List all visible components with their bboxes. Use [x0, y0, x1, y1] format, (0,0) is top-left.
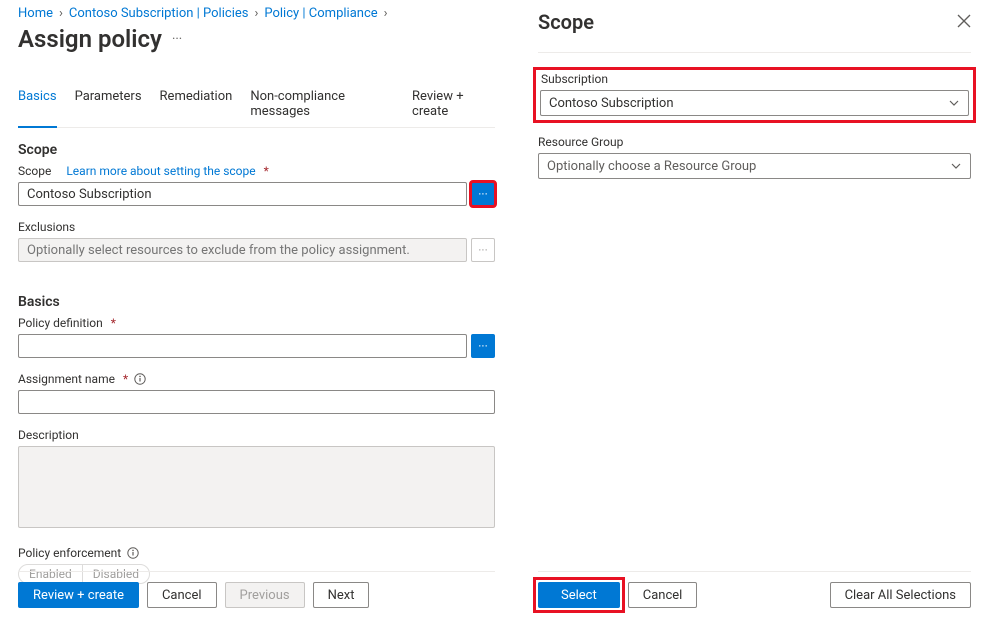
policy-definition-field: Policy definition * ···: [18, 316, 495, 358]
slideout-divider: [538, 52, 971, 53]
assignment-name-label-row: Assignment name *: [18, 372, 495, 386]
resource-group-select[interactable]: Optionally choose a Resource Group: [538, 153, 971, 179]
description-field: Description: [18, 428, 495, 532]
next-button[interactable]: Next: [313, 582, 370, 608]
info-icon[interactable]: [127, 547, 139, 559]
page-title: Assign policy: [18, 25, 162, 53]
slideout-title: Scope: [538, 10, 594, 34]
breadcrumb: Home › Contoso Subscription | Policies ›…: [18, 6, 495, 21]
cancel-button[interactable]: Cancel: [147, 582, 217, 608]
exclusions-label: Exclusions: [18, 220, 495, 234]
select-button[interactable]: Select: [538, 582, 620, 608]
learn-more-scope-link[interactable]: Learn more about setting the scope: [66, 164, 255, 178]
scope-field: Scope Learn more about setting the scope…: [18, 164, 495, 206]
subscription-select[interactable]: Contoso Subscription: [540, 90, 969, 116]
resource-group-label: Resource Group: [538, 135, 971, 149]
description-label: Description: [18, 428, 495, 442]
scope-input[interactable]: [18, 182, 467, 206]
exclusions-picker-button: ···: [471, 238, 495, 262]
close-icon[interactable]: [957, 13, 971, 32]
subscription-label: Subscription: [541, 72, 969, 86]
exclusions-field: Exclusions ···: [18, 220, 495, 262]
previous-button: Previous: [225, 582, 305, 608]
chevron-right-icon: ›: [59, 6, 63, 21]
policy-definition-label: Policy definition: [18, 316, 103, 330]
scope-label-row: Scope Learn more about setting the scope…: [18, 164, 495, 178]
required-asterisk: *: [123, 372, 128, 386]
exclusions-input: [18, 238, 467, 262]
select-highlight-box: Select: [533, 577, 625, 613]
tab-remediation[interactable]: Remediation: [160, 83, 233, 127]
required-asterisk: *: [264, 164, 269, 178]
policy-definition-input[interactable]: [18, 334, 467, 358]
page-title-row: Assign policy ···: [18, 25, 495, 53]
slideout-cancel-button[interactable]: Cancel: [628, 582, 698, 608]
basics-section-heading: Basics: [18, 294, 495, 310]
chevron-right-icon: ›: [254, 6, 258, 21]
breadcrumb-home[interactable]: Home: [18, 6, 53, 21]
assign-policy-pane: Home › Contoso Subscription | Policies ›…: [0, 0, 509, 620]
policy-enforcement-label-row: Policy enforcement: [18, 546, 495, 560]
scope-picker-button[interactable]: ···: [471, 182, 495, 206]
more-actions-icon[interactable]: ···: [172, 32, 182, 47]
tab-basics[interactable]: Basics: [18, 83, 57, 127]
scope-slideout-pane: Scope Subscription Contoso Subscription …: [520, 0, 989, 620]
chevron-right-icon: ›: [384, 6, 388, 21]
resource-group-field: Resource Group Optionally choose a Resou…: [538, 135, 971, 179]
assignment-name-label: Assignment name: [18, 372, 115, 386]
tab-non-compliance-messages[interactable]: Non-compliance messages: [250, 83, 394, 127]
right-footer-bar: Select Cancel Clear All Selections: [538, 571, 971, 608]
tabs: Basics Parameters Remediation Non-compli…: [18, 83, 495, 128]
breadcrumb-policy-compliance[interactable]: Policy | Compliance: [264, 6, 377, 21]
policy-definition-label-row: Policy definition *: [18, 316, 495, 330]
clear-all-selections-button[interactable]: Clear All Selections: [830, 582, 971, 608]
review-create-button[interactable]: Review + create: [18, 582, 139, 608]
subscription-select-value: Contoso Subscription: [549, 96, 674, 111]
resource-group-select-placeholder: Optionally choose a Resource Group: [547, 159, 756, 174]
policy-definition-picker-button[interactable]: ···: [471, 334, 495, 358]
slideout-header: Scope: [538, 10, 971, 34]
policy-enforcement-label: Policy enforcement: [18, 546, 121, 560]
breadcrumb-subscription-policies[interactable]: Contoso Subscription | Policies: [69, 6, 249, 21]
assignment-name-input[interactable]: [18, 390, 495, 414]
left-footer-bar: Review + create Cancel Previous Next: [18, 571, 495, 608]
required-asterisk: *: [111, 316, 116, 330]
tab-review-create[interactable]: Review + create: [412, 83, 495, 127]
assignment-name-field: Assignment name *: [18, 372, 495, 414]
tab-parameters[interactable]: Parameters: [75, 83, 142, 127]
info-icon[interactable]: [134, 373, 146, 385]
scope-label: Scope: [18, 164, 51, 178]
chevron-down-icon: [948, 97, 960, 113]
chevron-down-icon: [950, 160, 962, 176]
description-textarea[interactable]: [18, 446, 495, 528]
subscription-highlight-box: Subscription Contoso Subscription: [533, 67, 976, 123]
scope-section-heading: Scope: [18, 142, 495, 158]
